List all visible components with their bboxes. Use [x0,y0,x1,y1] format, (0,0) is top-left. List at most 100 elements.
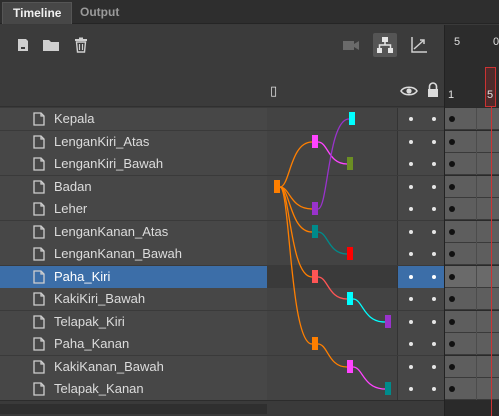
parenting-cell[interactable] [267,311,397,333]
frame-divider [476,153,477,175]
parenting-cell[interactable] [267,221,397,243]
layer-row[interactable]: Kepala [0,108,444,130]
parenting-cell[interactable] [267,333,397,355]
visibility-toggle[interactable] [409,297,413,301]
layer-row[interactable]: Paha_Kanan [0,333,444,355]
lock-toggle[interactable] [432,275,436,279]
layer-row[interactable]: KakiKanan_Bawah [0,356,444,378]
layer-name-cell[interactable]: LenganKanan_Bawah [0,243,267,265]
keyframe[interactable] [449,184,455,190]
keyframe[interactable] [449,161,455,167]
parenting-cell[interactable] [267,198,397,220]
layer-toggles [397,288,444,310]
timeline-footer [0,400,444,416]
visibility-toggle[interactable] [409,230,413,234]
layer-name-cell[interactable]: LenganKiri_Bawah [0,153,267,175]
parenting-cell[interactable] [267,153,397,175]
visibility-toggle[interactable] [409,207,413,211]
layer-name-cell[interactable]: Telapak_Kanan [0,378,267,400]
keyframe[interactable] [449,296,455,302]
layer-row[interactable]: Leher [0,198,444,220]
lock-toggle[interactable] [432,342,436,346]
new-folder-icon[interactable] [42,36,60,54]
keyframe[interactable] [449,341,455,347]
layer-name-cell[interactable]: KakiKanan_Bawah [0,356,267,378]
layer-row[interactable]: LenganKanan_Atas [0,221,444,243]
visibility-toggle[interactable] [409,320,413,324]
playhead[interactable] [485,67,496,107]
layer-name: LenganKiri_Bawah [54,156,164,171]
lock-toggle[interactable] [432,185,436,189]
layer-name-cell[interactable]: Badan [0,176,267,198]
horizontal-scrollbar[interactable] [0,404,267,414]
layer-row[interactable]: Telapak_Kanan [0,378,444,400]
layer-row[interactable]: LenganKanan_Bawah [0,243,444,265]
visibility-toggle[interactable] [409,365,413,369]
visibility-toggle[interactable] [409,185,413,189]
layer-name-cell[interactable]: Leher [0,198,267,220]
lock-icon[interactable] [426,82,440,103]
layer-toggles [397,221,444,243]
layer-name-cell[interactable]: KakiKiri_Bawah [0,288,267,310]
parenting-cell[interactable] [267,378,397,400]
layer-name-cell[interactable]: LenganKanan_Atas [0,221,267,243]
layer-row[interactable]: LenganKiri_Bawah [0,153,444,175]
layer-name-cell[interactable]: Paha_Kanan [0,333,267,355]
lock-toggle[interactable] [432,117,436,121]
eye-icon[interactable] [400,84,418,103]
camera-icon[interactable] [342,36,360,54]
layer-name-cell[interactable]: Paha_Kiri [0,266,267,288]
lock-toggle[interactable] [432,162,436,166]
keyframe[interactable] [449,274,455,280]
frame-divider [476,288,477,310]
tab-output[interactable]: Output [70,2,129,24]
parenting-cell[interactable] [267,266,397,288]
keyframe[interactable] [449,251,455,257]
lock-toggle[interactable] [432,387,436,391]
layer-name-cell[interactable]: Telapak_Kiri [0,311,267,333]
layer-parenting-icon[interactable] [373,33,397,57]
lock-toggle[interactable] [432,252,436,256]
lock-toggle[interactable] [432,297,436,301]
parenting-cell[interactable] [267,108,397,130]
lock-toggle[interactable] [432,230,436,234]
frame-divider [476,198,477,220]
visibility-toggle[interactable] [409,387,413,391]
parenting-cell[interactable] [267,288,397,310]
visibility-toggle[interactable] [409,162,413,166]
layer-row[interactable]: Telapak_Kiri [0,311,444,333]
lock-toggle[interactable] [432,207,436,211]
layer-toggles [397,176,444,198]
layer-row[interactable]: Paha_Kiri [0,266,444,288]
frame-divider [476,176,477,198]
layer-column-header: ▯ [0,67,444,107]
parenting-cell[interactable] [267,243,397,265]
visibility-toggle[interactable] [409,275,413,279]
keyframe[interactable] [449,139,455,145]
keyframe[interactable] [449,319,455,325]
keyframe[interactable] [449,116,455,122]
parenting-cell[interactable] [267,356,397,378]
visibility-toggle[interactable] [409,342,413,346]
visibility-toggle[interactable] [409,140,413,144]
keyframe[interactable] [449,229,455,235]
layer-row[interactable]: LenganKiri_Atas [0,131,444,153]
graph-icon[interactable] [410,36,428,54]
lock-toggle[interactable] [432,140,436,144]
parenting-cell[interactable] [267,176,397,198]
keyframe[interactable] [449,364,455,370]
layer-row[interactable]: KakiKiri_Bawah [0,288,444,310]
keyframe[interactable] [449,386,455,392]
parenting-cell[interactable] [267,131,397,153]
lock-toggle[interactable] [432,365,436,369]
layer-name-cell[interactable]: LenganKiri_Atas [0,131,267,153]
visibility-toggle[interactable] [409,252,413,256]
new-layer-icon[interactable] [14,36,32,54]
keyframe[interactable] [449,206,455,212]
visibility-toggle[interactable] [409,117,413,121]
lock-toggle[interactable] [432,320,436,324]
layer-row[interactable]: Badan [0,176,444,198]
layer-name-cell[interactable]: Kepala [0,108,267,130]
delete-icon[interactable] [72,36,90,54]
tab-timeline[interactable]: Timeline [2,2,73,24]
